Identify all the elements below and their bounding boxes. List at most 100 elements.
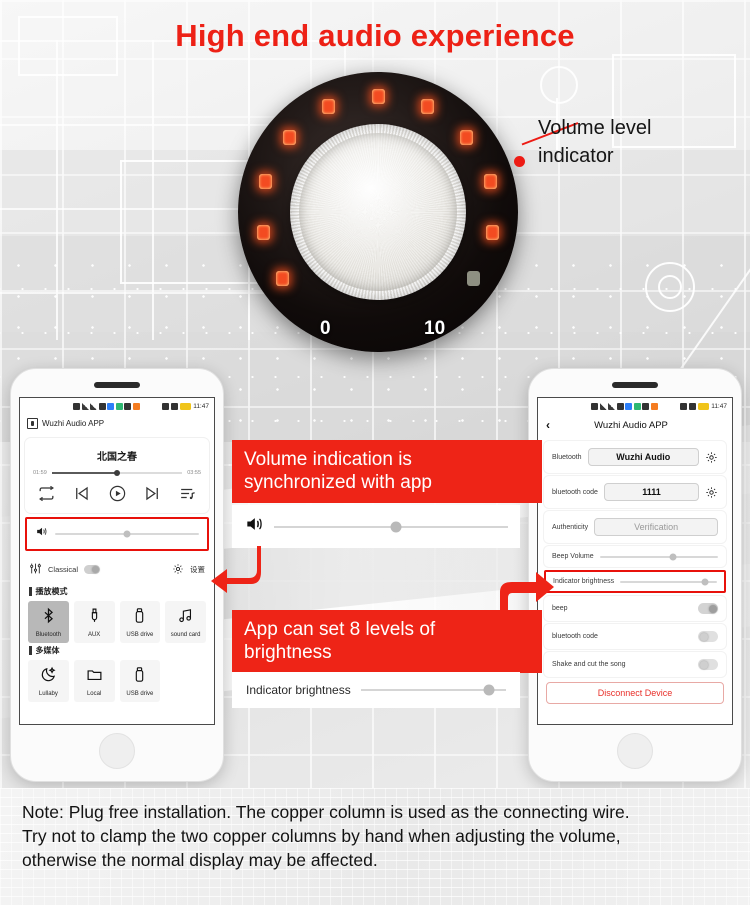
row-label: Shake and cut the song: [552, 661, 626, 668]
mini-brightness-slider[interactable]: [360, 684, 506, 696]
row-bluetooth-code[interactable]: bluetooth code 1111: [544, 476, 726, 508]
settings-nav-bar: ‹ Wuzhi Audio APP: [538, 414, 732, 438]
shake-cut-song-toggle[interactable]: [698, 659, 718, 670]
tile-label: AUX: [87, 631, 101, 638]
aux-icon: [86, 607, 103, 629]
bluetooth-code-toggle[interactable]: [698, 631, 718, 642]
tile-usb-drive[interactable]: USB drive: [119, 601, 161, 643]
status-icons-left: [73, 402, 140, 410]
knob-dial[interactable]: [290, 124, 466, 300]
led-indicator-on: [276, 271, 290, 287]
led-indicator-on: [257, 224, 271, 240]
row-shake-cut-song[interactable]: Shake and cut the song: [544, 652, 726, 677]
status-icons-left: [591, 402, 658, 410]
previous-icon[interactable]: [72, 484, 91, 503]
speaker-icon: [244, 514, 264, 539]
tile-lullaby[interactable]: Lullaby: [28, 660, 69, 702]
phone-speaker: [94, 382, 140, 388]
phone-home-button[interactable]: [99, 733, 135, 769]
led-indicator-on: [371, 88, 385, 104]
callout-label-line1: Volume level: [538, 117, 652, 139]
note-line2: Try not to clamp the two copper columns …: [22, 826, 621, 847]
tile-sound-card[interactable]: sound card: [165, 601, 206, 643]
led-indicator-on: [282, 129, 296, 145]
callout-label: Volume level indicator: [538, 114, 748, 170]
gear-icon[interactable]: [172, 563, 184, 577]
mini-brightness-row[interactable]: Indicator brightness: [232, 672, 520, 708]
row-indicator-brightness[interactable]: Indicator brightness: [544, 570, 726, 593]
banner-volume-sync: Volume indication is synchronized with a…: [232, 440, 542, 504]
led-indicator-on: [322, 99, 336, 115]
app-badge-icon: [625, 402, 633, 410]
usb-icon: [131, 607, 148, 629]
mini-volume-row[interactable]: [232, 505, 520, 548]
volume-slider[interactable]: [55, 530, 199, 538]
app-title: Wuzhi Audio APP: [42, 419, 105, 428]
progress-track[interactable]: [51, 470, 183, 476]
signal-icon-2: [90, 402, 98, 410]
bluetooth-name-field[interactable]: Wuzhi Audio: [587, 448, 699, 466]
row-authenticity[interactable]: Authenticity Verification: [544, 511, 726, 543]
repeat-icon[interactable]: [37, 484, 56, 503]
settings-title: Wuzhi Audio APP: [594, 419, 668, 431]
volume-knob[interactable]: 0 10: [238, 72, 518, 352]
status-icons-right: 11:47: [680, 402, 727, 410]
equalizer-row[interactable]: Classical 设置: [20, 555, 214, 584]
duration-time: 03:55: [187, 470, 201, 476]
bluetooth-status-icon: [689, 402, 697, 410]
disconnect-device-button[interactable]: Disconnect Device: [546, 682, 724, 704]
gear-icon[interactable]: [705, 486, 718, 499]
row-bluetooth[interactable]: Bluetooth Wuzhi Audio: [544, 441, 726, 473]
section-title: 播放模式: [35, 587, 68, 596]
elapsed-time: 01:59: [33, 470, 47, 476]
gear-icon[interactable]: [705, 451, 718, 464]
status-icons-right: 11:47: [162, 402, 209, 410]
equalizer-label: Classical: [48, 565, 79, 574]
sim-icon: [591, 402, 599, 410]
row-beep[interactable]: beep: [544, 596, 726, 621]
row-label: Authenticity: [552, 523, 589, 531]
left-phone: 11:47 Wuzhi Audio APP 北国之春 01:59 03:55 C…: [10, 368, 224, 782]
usb-icon: [131, 666, 148, 688]
equalizer-toggle[interactable]: [84, 565, 101, 574]
led-indicator-on: [460, 129, 474, 145]
tile-bluetooth[interactable]: Bluetooth: [28, 601, 69, 643]
next-icon[interactable]: [143, 484, 162, 503]
note-line3: otherwise the normal display may be affe…: [22, 850, 378, 871]
phone-home-button[interactable]: [617, 733, 653, 769]
row-label: bluetooth code: [552, 633, 598, 640]
battery-icon: [698, 402, 710, 410]
right-phone: 11:47 ‹ Wuzhi Audio APP Bluetooth Wuzhi …: [528, 368, 742, 782]
mini-volume-slider[interactable]: [274, 521, 508, 532]
tile-aux[interactable]: AUX: [73, 601, 115, 643]
tile-local[interactable]: Local: [73, 660, 115, 702]
status-time: 11:47: [711, 402, 727, 410]
tile-usb-drive-2[interactable]: USB drive: [119, 660, 161, 702]
row-bluetooth-code-toggle[interactable]: bluetooth code: [544, 624, 726, 649]
volume-row-highlighted[interactable]: [25, 517, 209, 551]
led-indicator-on: [483, 174, 497, 190]
eye-icon: [680, 402, 688, 410]
settings-label[interactable]: 设置: [190, 564, 205, 575]
playmode-tiles: Bluetooth AUX USB drive sound card: [20, 601, 214, 643]
arrow-left-to-volume-row: [211, 546, 261, 593]
play-icon[interactable]: [108, 484, 127, 503]
app-badge-icon-3: [124, 402, 132, 410]
beep-toggle[interactable]: [698, 603, 718, 614]
wifi-icon: [98, 402, 106, 410]
bluetooth-code-field[interactable]: 1111: [603, 483, 699, 501]
folder-icon: [86, 666, 103, 688]
playlist-icon[interactable]: [178, 484, 197, 503]
left-app-bar: Wuzhi Audio APP: [20, 414, 214, 435]
beep-volume-slider[interactable]: [599, 553, 718, 560]
indicator-brightness-slider[interactable]: [620, 578, 717, 585]
row-label: bluetooth code: [552, 488, 598, 496]
banner-line2: brightness: [244, 642, 332, 664]
signal-icon-1: [81, 402, 89, 410]
tile-label: USB drive: [126, 690, 154, 697]
tile-label: Lullaby: [38, 690, 58, 697]
row-beep-volume[interactable]: Beep Volume: [544, 546, 726, 567]
knob-min-label: 0: [320, 318, 331, 339]
bluetooth-status-icon: [171, 402, 179, 410]
verification-button[interactable]: Verification: [594, 518, 718, 536]
